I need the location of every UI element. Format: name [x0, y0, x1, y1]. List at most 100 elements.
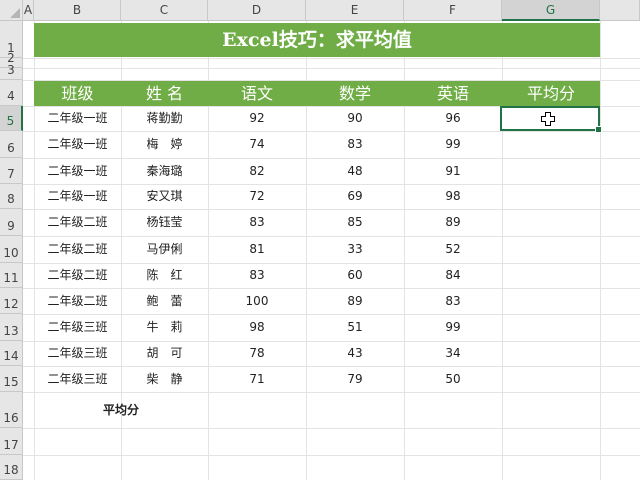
header-english[interactable]: 英语 — [404, 81, 502, 106]
column-header-f[interactable]: F — [404, 0, 502, 21]
cell-math[interactable]: 69 — [306, 184, 404, 209]
cell-name[interactable]: 胡 可 — [121, 341, 208, 366]
row-header-17[interactable]: 17 — [0, 428, 23, 455]
cell-name[interactable]: 柴 静 — [121, 366, 208, 392]
header-average[interactable]: 平均分 — [502, 81, 600, 106]
cell-english[interactable]: 89 — [404, 209, 502, 236]
grid-line — [23, 58, 640, 59]
cell-name[interactable]: 陈 红 — [121, 263, 208, 288]
cell-math[interactable]: 79 — [306, 366, 404, 392]
row-number: 4 — [7, 89, 15, 103]
cell-chinese[interactable]: 78 — [208, 341, 306, 366]
header-name[interactable]: 姓 名 — [121, 81, 208, 106]
row-header-15[interactable]: 15 — [0, 366, 23, 392]
cell-chinese[interactable]: 100 — [208, 288, 306, 314]
cell-name[interactable]: 牛 莉 — [121, 314, 208, 341]
cell-chinese[interactable]: 81 — [208, 236, 306, 263]
row-header-16[interactable]: 16 — [0, 392, 23, 428]
cell-math[interactable]: 48 — [306, 158, 404, 184]
cell-name[interactable]: 蒋勤勤 — [121, 106, 208, 131]
row-header-4[interactable]: 4 — [0, 80, 23, 106]
grid-line — [600, 21, 601, 480]
row-number: 3 — [7, 63, 15, 77]
column-header-d[interactable]: D — [208, 0, 306, 21]
cell-name[interactable]: 安又琪 — [121, 184, 208, 209]
cell-math[interactable]: 90 — [306, 106, 404, 131]
cell-class[interactable]: 二年级二班 — [34, 209, 121, 236]
cell-class[interactable]: 二年级三班 — [34, 366, 121, 392]
cell-class[interactable]: 二年级二班 — [34, 236, 121, 263]
cell-class[interactable]: 二年级一班 — [34, 184, 121, 209]
cell-class[interactable]: 二年级一班 — [34, 131, 121, 158]
cell-english[interactable]: 84 — [404, 263, 502, 288]
cell-chinese[interactable]: 83 — [208, 209, 306, 236]
row-header-8[interactable]: 8 — [0, 184, 23, 209]
cell-chinese[interactable]: 98 — [208, 314, 306, 341]
row-number: 13 — [3, 324, 19, 338]
row-number: 14 — [3, 349, 19, 363]
row-number: 15 — [3, 375, 19, 389]
cell-class[interactable]: 二年级二班 — [34, 288, 121, 314]
cell-class[interactable]: 二年级二班 — [34, 263, 121, 288]
cell-class[interactable]: 二年级三班 — [34, 341, 121, 366]
cell-math[interactable]: 51 — [306, 314, 404, 341]
row-number: 9 — [7, 219, 15, 233]
cell-name[interactable]: 杨钰莹 — [121, 209, 208, 236]
cell-english[interactable]: 91 — [404, 158, 502, 184]
column-header-b[interactable]: B — [34, 0, 121, 21]
header-chinese[interactable]: 语文 — [208, 81, 306, 106]
cell-math[interactable]: 85 — [306, 209, 404, 236]
cell-english[interactable]: 34 — [404, 341, 502, 366]
cell-math[interactable]: 33 — [306, 236, 404, 263]
fill-handle[interactable] — [595, 126, 602, 133]
cell-english[interactable]: 99 — [404, 131, 502, 158]
row-header-5[interactable]: 5 — [0, 106, 23, 131]
cell-math[interactable]: 60 — [306, 263, 404, 288]
grid-line — [23, 455, 640, 456]
row-header-6[interactable]: 6 — [0, 131, 23, 158]
column-header-c[interactable]: C — [121, 0, 208, 21]
cell-class[interactable]: 二年级一班 — [34, 158, 121, 184]
cell-chinese[interactable]: 82 — [208, 158, 306, 184]
sheet-title[interactable]: Excel技巧：求平均值 — [34, 23, 600, 57]
row-header-10[interactable]: 10 — [0, 236, 23, 263]
cell-math[interactable]: 43 — [306, 341, 404, 366]
cell-chinese[interactable]: 74 — [208, 131, 306, 158]
row-header-3[interactable]: 3 — [0, 63, 23, 80]
cell-name[interactable]: 马伊俐 — [121, 236, 208, 263]
cell-math[interactable]: 89 — [306, 288, 404, 314]
row-header-11[interactable]: 11 — [0, 263, 23, 288]
cell-english[interactable]: 98 — [404, 184, 502, 209]
row-number: 16 — [3, 411, 19, 425]
cell-chinese[interactable]: 92 — [208, 106, 306, 131]
cell-english[interactable]: 50 — [404, 366, 502, 392]
cell-english[interactable]: 96 — [404, 106, 502, 131]
cell-chinese[interactable]: 71 — [208, 366, 306, 392]
select-all-corner[interactable] — [0, 0, 23, 21]
cell-english[interactable]: 99 — [404, 314, 502, 341]
row-header-12[interactable]: 12 — [0, 288, 23, 314]
cell-chinese[interactable]: 72 — [208, 184, 306, 209]
cell-class[interactable]: 二年级三班 — [34, 314, 121, 341]
row-header-14[interactable]: 14 — [0, 341, 23, 366]
header-math[interactable]: 数学 — [306, 81, 404, 106]
cell-class[interactable]: 二年级一班 — [34, 106, 121, 131]
column-header-a[interactable]: A — [23, 0, 34, 21]
cell-math[interactable]: 83 — [306, 131, 404, 158]
average-row-label[interactable]: 平均分 — [34, 392, 208, 428]
cell-chinese[interactable]: 83 — [208, 263, 306, 288]
cell-name[interactable]: 鲍 蕾 — [121, 288, 208, 314]
row-number: 5 — [6, 114, 15, 128]
row-header-18[interactable]: 18 — [0, 455, 23, 480]
column-header-e[interactable]: E — [306, 0, 404, 21]
header-class[interactable]: 班级 — [34, 81, 121, 106]
cell-english[interactable]: 83 — [404, 288, 502, 314]
column-header-g[interactable]: G — [502, 0, 600, 21]
row-header-13[interactable]: 13 — [0, 314, 23, 341]
cell-name[interactable]: 梅 婷 — [121, 131, 208, 158]
row-header-7[interactable]: 7 — [0, 158, 23, 184]
row-header-9[interactable]: 9 — [0, 209, 23, 236]
cell-english[interactable]: 52 — [404, 236, 502, 263]
row-number: 11 — [3, 271, 19, 285]
cell-name[interactable]: 秦海璐 — [121, 158, 208, 184]
